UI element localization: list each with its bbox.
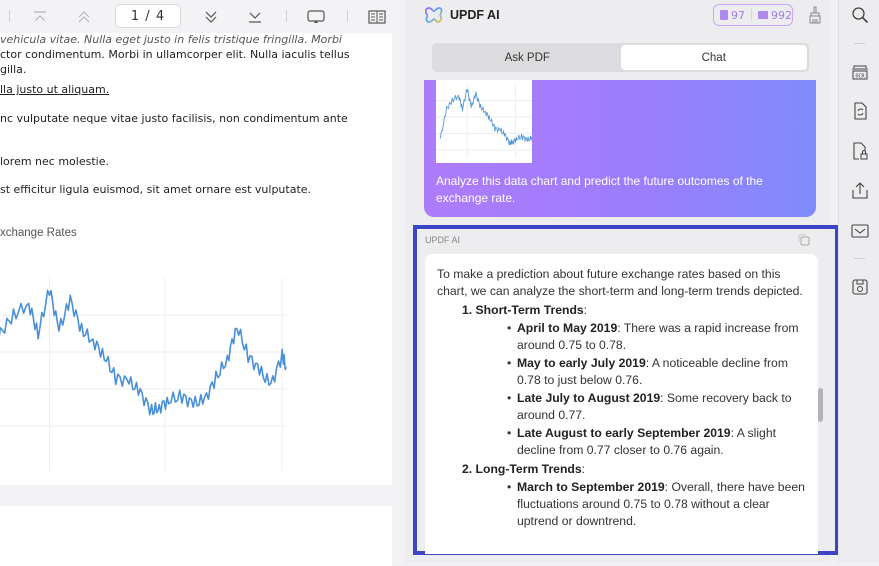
ocr-icon[interactable]: OCR <box>851 63 869 81</box>
page-text-line: lla justo ut aliquam. <box>0 83 110 96</box>
section-heading: 2. Long-Term Trends: <box>462 462 586 476</box>
next-page-icon[interactable] <box>201 7 221 27</box>
last-page-icon[interactable] <box>245 7 265 27</box>
toolbar-divider <box>286 10 287 22</box>
protect-icon[interactable] <box>851 142 869 160</box>
document-icon <box>720 10 728 20</box>
ai-response-card: To make a prediction about future exchan… <box>425 254 818 554</box>
first-page-icon[interactable] <box>30 7 50 27</box>
series-line <box>0 289 287 416</box>
list-item: Late July to August 2019: Some recovery … <box>437 390 809 424</box>
chat-scrollbar[interactable] <box>818 388 823 422</box>
toolbar-divider <box>347 10 348 22</box>
svg-text:OCR: OCR <box>855 74 865 80</box>
list-item: Late August to early September 2019: A s… <box>437 425 809 459</box>
ai-response-highlight: UPDF AI To make a prediction about futur… <box>413 225 839 555</box>
exchange-rate-chart: May 2019 Jul 2019 Sep 20 <box>0 278 297 478</box>
pdf-viewer: 1 / 4 vehicula vitae. Nulla eget justo i… <box>0 0 405 566</box>
page-text-line: st efficitur ligula euismod, sit amet or… <box>0 183 312 196</box>
user-message: May 2019Jul 2019Sep 20 Analyze this data… <box>424 80 816 217</box>
copy-icon[interactable] <box>798 234 810 246</box>
list-item: April to May 2019: There was a rapid inc… <box>437 320 809 354</box>
ai-response-body: To make a prediction about future exchan… <box>437 266 809 530</box>
updf-logo-icon <box>425 7 443 23</box>
chat-bubble-icon <box>758 11 768 19</box>
page-indicator: 1 / 4 <box>130 8 166 24</box>
tab-chat[interactable]: Chat <box>620 45 807 70</box>
page-toolbar: 1 / 4 <box>0 0 405 33</box>
page-text-line: lorem nec molestie. <box>0 155 109 168</box>
toolbar-divider <box>9 10 10 22</box>
list-item: May to early July 2019: A noticeable dec… <box>437 355 809 389</box>
x-tick-label: Jul 2019 <box>147 477 183 478</box>
share-icon[interactable] <box>851 182 869 200</box>
reader-mode-icon[interactable] <box>367 7 387 27</box>
brand-title: UPDF AI <box>450 8 500 22</box>
list-item: March to September 2019: Overall, there … <box>437 479 809 530</box>
chart-title: xchange Rates <box>0 227 77 239</box>
presentation-icon[interactable] <box>306 7 326 27</box>
page-text-line: gilla. <box>0 63 27 76</box>
ai-panel: UPDF AI 97 992 Ask PDF Chat May 2019Jul … <box>405 0 839 562</box>
email-icon[interactable] <box>851 222 869 240</box>
page-text-line: vehicula vitae. Nulla eget justo in feli… <box>0 33 342 46</box>
doc-quota: 97 <box>720 9 745 22</box>
clear-brush-icon[interactable] <box>808 6 822 24</box>
tool-rail: OCR <box>838 0 879 562</box>
convert-icon[interactable] <box>851 102 869 120</box>
section-heading: 1. Short-Term Trends: <box>462 303 588 317</box>
x-tick-label: Sep 20 <box>267 477 297 478</box>
chat-quota: 992 <box>758 9 792 22</box>
user-message-text: Analyze this data chart and predict the … <box>436 174 763 205</box>
tab-ask-pdf[interactable]: Ask PDF <box>434 45 621 70</box>
chart-thumbnail[interactable]: May 2019Jul 2019Sep 20 <box>436 80 532 163</box>
response-intro: To make a prediction about future exchan… <box>437 267 803 298</box>
quota-badge[interactable]: 97 992 <box>713 4 793 26</box>
ai-panel-header: UPDF AI 97 992 <box>405 0 830 33</box>
rail-divider <box>854 43 865 44</box>
page-number-input[interactable]: 1 / 4 <box>115 4 181 28</box>
prev-page-icon[interactable] <box>74 7 94 27</box>
pdf-page: vehicula vitae. Nulla eget justo in feli… <box>0 33 392 485</box>
search-icon[interactable] <box>851 6 869 24</box>
x-tick-label: May 2019 <box>29 477 71 478</box>
rail-divider <box>854 258 865 259</box>
ai-response-label: UPDF AI <box>425 235 461 245</box>
page-text-line: nc vulputate neque vitae justo facilisis… <box>0 112 348 125</box>
page-text-line: ctor condimentum. Morbi in ullamcorper e… <box>0 48 350 61</box>
mode-tabs: Ask PDF Chat <box>432 43 809 72</box>
save-icon[interactable] <box>851 278 869 296</box>
pdf-page-2 <box>0 506 392 566</box>
